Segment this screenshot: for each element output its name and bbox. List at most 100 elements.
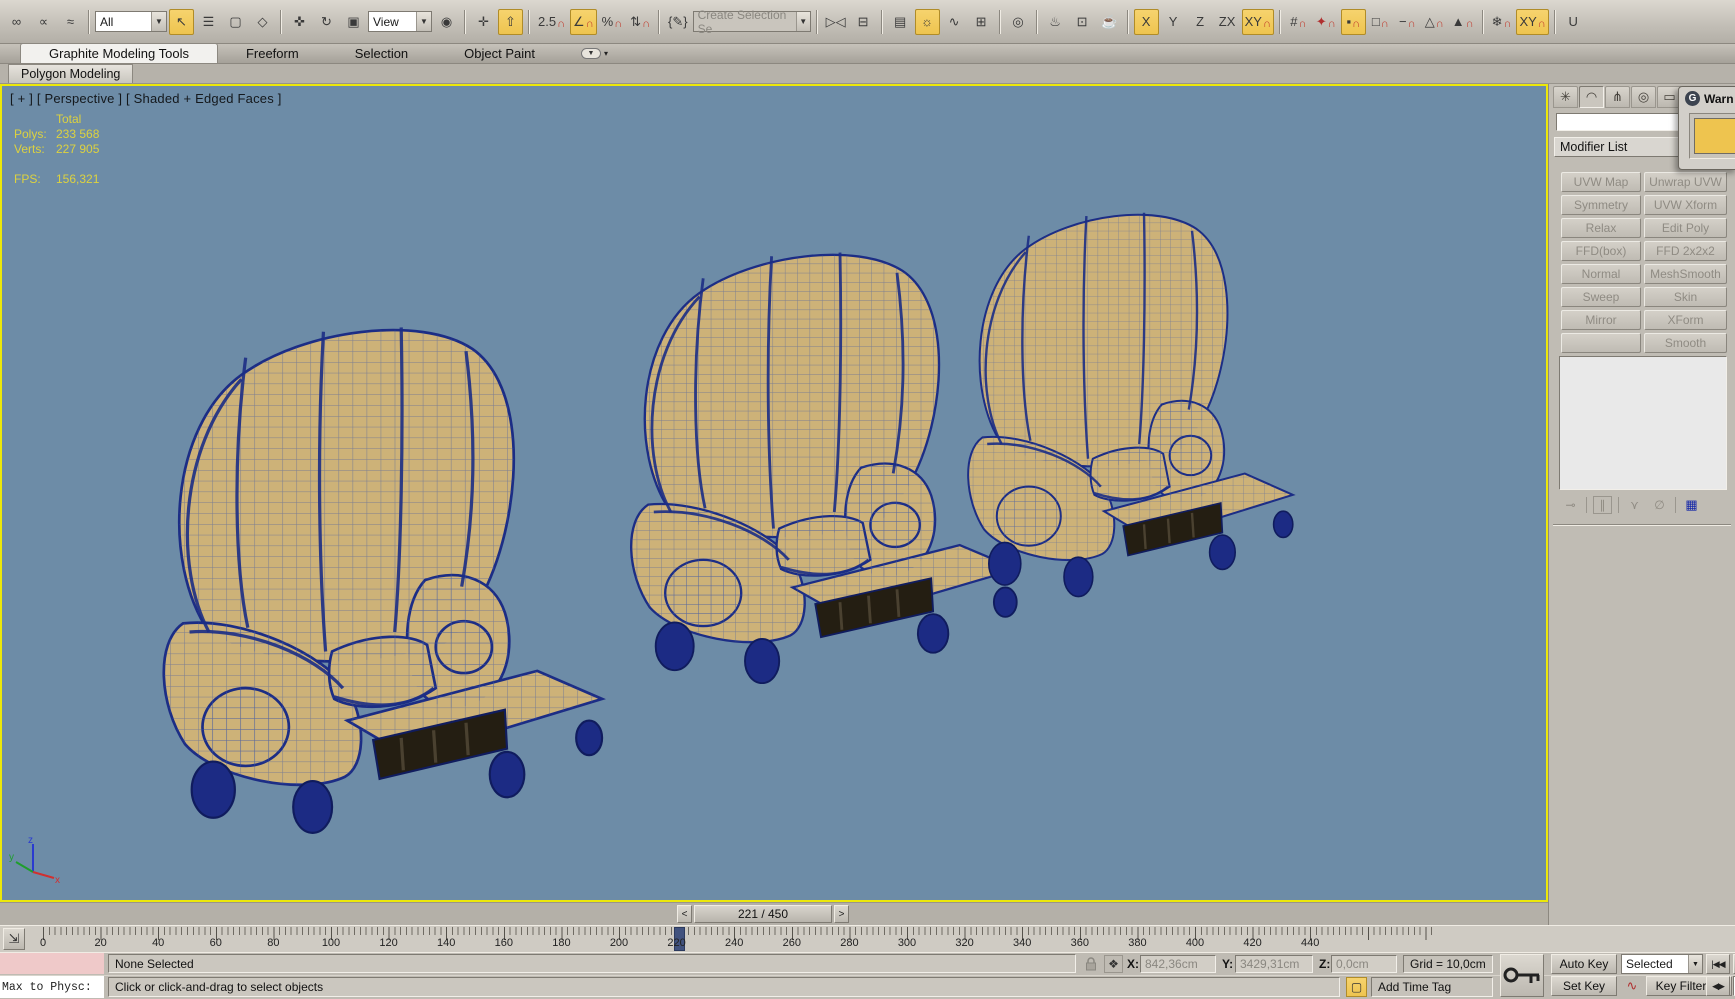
axis-constraint-zx[interactable]: ZX [1215,9,1240,35]
unlink-selection-button[interactable]: ∝ [31,9,56,35]
select-and-rotate-button[interactable]: ↻ [314,9,339,35]
set-key-button[interactable]: Set Key [1551,976,1617,996]
modifier-button-smooth[interactable]: Smooth [1644,333,1727,353]
modifier-button-skin[interactable]: Skin [1644,287,1727,307]
snap-frozen[interactable]: ❄∩ [1489,9,1515,35]
modifier-button-ffd-box-[interactable]: FFD(box) [1561,241,1641,261]
go-to-start-button[interactable]: |◀◀ [1706,954,1730,974]
select-by-name-button[interactable]: ☰ [196,9,221,35]
use-pivot-point-center-button[interactable]: ◉ [434,9,459,35]
snap-pivot[interactable]: ✦∩ [1313,9,1339,35]
modifier-button-mirror[interactable]: Mirror [1561,310,1641,330]
select-and-scale-button[interactable]: ▣ [341,9,366,35]
select-and-link-button[interactable]: ∞ [4,9,29,35]
snap-xy-toggle[interactable]: XY∩ [1516,9,1548,35]
remove-modifier-icon[interactable]: ∅ [1650,496,1669,514]
make-unique-icon[interactable]: ⋎ [1625,496,1644,514]
recliner-chair-left[interactable] [164,327,602,832]
edit-named-selection-sets-button[interactable]: {✎} [665,9,691,35]
modifier-button-empty[interactable] [1561,333,1641,353]
modifier-button-meshsmooth[interactable]: MeshSmooth [1644,264,1727,284]
reference-coordinate-system-dropdown[interactable]: View▼ [368,11,432,32]
modifier-button-unwrap-uvw[interactable]: Unwrap UVW [1644,172,1727,192]
percent-snap-toggle[interactable]: %∩ [599,9,626,35]
time-slider-handle[interactable]: 221 / 450 [694,905,832,923]
warning-dialog-titlebar[interactable]: G Warn [1679,87,1735,109]
coord-y-field[interactable]: 3429,31cm [1235,955,1313,973]
absolute-mode-toggle[interactable]: ❖ [1104,955,1123,973]
ribbon-tab-object-paint[interactable]: Object Paint [436,44,563,63]
recliner-chair-right[interactable] [968,213,1293,597]
set-keys-button[interactable] [1500,954,1544,997]
cube-toggle-button[interactable]: ▢ [1346,977,1367,997]
snap-face[interactable]: △∩ [1422,9,1447,35]
time-slider-prev-button[interactable]: < [677,905,692,923]
modifier-stack-list[interactable] [1559,356,1727,490]
spinner-snap-toggle[interactable]: ⇅∩ [627,9,653,35]
auto-key-button[interactable]: Auto Key [1551,954,1617,974]
modifier-button-edit-poly[interactable]: Edit Poly [1644,218,1727,238]
tab-modify[interactable]: ◠ [1579,86,1604,108]
modifier-button-ffd-2x2x2[interactable]: FFD 2x2x2 [1644,241,1727,261]
select-object-button[interactable]: ↖ [169,9,194,35]
track-bar[interactable]: ⇲ 02040608010012014016018020022024026028… [0,925,1735,952]
schematic-view-button[interactable]: ⊞ [969,9,994,35]
snap-face-center[interactable]: ▲∩ [1449,9,1477,35]
recliner-chair-middle[interactable] [631,253,1017,684]
select-and-manipulate-button[interactable]: ✛ [471,9,496,35]
ribbon-tab-graphite-modeling-tools[interactable]: Graphite Modeling Tools [20,43,218,63]
select-and-move-button[interactable]: ✜ [287,9,312,35]
snap-grid-points[interactable]: #∩ [1286,9,1311,35]
selection-lock-toggle[interactable] [1082,955,1100,973]
render-production-button[interactable]: ☕ [1097,9,1122,35]
tab-motion[interactable]: ◎ [1631,86,1656,108]
ribbon-tab-selection[interactable]: Selection [327,44,436,63]
modifier-button-uvw-map[interactable]: UVW Map [1561,172,1641,192]
angle-snap-toggle[interactable]: ∠∩ [570,9,597,35]
chevron-down-icon[interactable]: ▼ [416,12,431,31]
time-slider[interactable]: < 221 / 450 > [0,902,1548,925]
open-mini-curve-editor-button[interactable]: ⇲ [3,928,25,950]
layer-manager-button[interactable]: ▤ [888,9,913,35]
axis-constraint-y[interactable]: Y [1161,9,1186,35]
render-setup-button[interactable]: ♨ [1043,9,1068,35]
axis-constraint-xy-plane[interactable]: XY∩ [1242,9,1274,35]
viewport-label[interactable]: [ + ] [ Perspective ] [ Shaded + Edged F… [10,91,282,106]
snap-vertex[interactable]: ▪∩ [1341,9,1366,35]
mirror-button[interactable]: ▷◁ [823,9,849,35]
tab-create[interactable]: ✳ [1553,86,1578,108]
curve-editor-button[interactable]: ∿ [942,9,967,35]
pin-stack-icon[interactable]: ⊸ [1561,496,1580,514]
add-time-tag-button[interactable]: Add Time Tag [1371,977,1493,997]
default-in-out-tangents-icon[interactable]: ∿ [1621,976,1643,996]
key-mode-toggle-button[interactable]: ◀▶ [1706,976,1730,996]
selection-filter-dropdown[interactable]: All▼ [95,11,167,32]
clipped-toolbar-item[interactable]: U [1561,9,1586,35]
align-button[interactable]: ⊟ [851,9,876,35]
modifier-button-normal[interactable]: Normal [1561,264,1641,284]
keyboard-shortcut-override-toggle[interactable]: ⇧ [498,9,523,35]
snap-endpoint[interactable]: □∩ [1368,9,1393,35]
modifier-button-sweep[interactable]: Sweep [1561,287,1641,307]
coord-z-field[interactable]: 0,0cm [1331,955,1397,973]
modifier-button-symmetry[interactable]: Symmetry [1561,195,1641,215]
perspective-viewport[interactable]: [ + ] [ Perspective ] [ Shaded + Edged F… [0,84,1548,902]
ribbon-toggle-button[interactable]: ☼ [915,9,940,35]
chevron-down-icon[interactable]: ▼ [151,12,166,31]
warning-dialog[interactable]: G Warn [1678,86,1735,170]
window-crossing-toggle[interactable]: ◇ [250,9,275,35]
axis-constraint-x[interactable]: X [1134,9,1159,35]
chevron-down-icon[interactable]: ▼ [796,12,810,31]
snaps-toggle-2-5[interactable]: 2.5∩ [535,9,568,35]
snap-midpoint[interactable]: −∩ [1395,9,1420,35]
maxscript-listener-input[interactable]: Max to Physc: [0,976,104,998]
coord-x-field[interactable]: 842,36cm [1140,955,1216,973]
rendered-frame-window-button[interactable]: ⊡ [1070,9,1095,35]
key-selection-dropdown[interactable]: Selected ▼ [1621,954,1703,974]
named-selection-sets-dropdown[interactable]: Create Selection Se▼ [693,11,811,32]
maxscript-listener-pink-row[interactable] [0,953,104,974]
ribbon-minimize-button[interactable]: ▼▾ [581,47,615,60]
modifier-button-relax[interactable]: Relax [1561,218,1641,238]
ribbon-tab-freeform[interactable]: Freeform [218,44,327,63]
material-editor-button[interactable]: ◎ [1006,9,1031,35]
